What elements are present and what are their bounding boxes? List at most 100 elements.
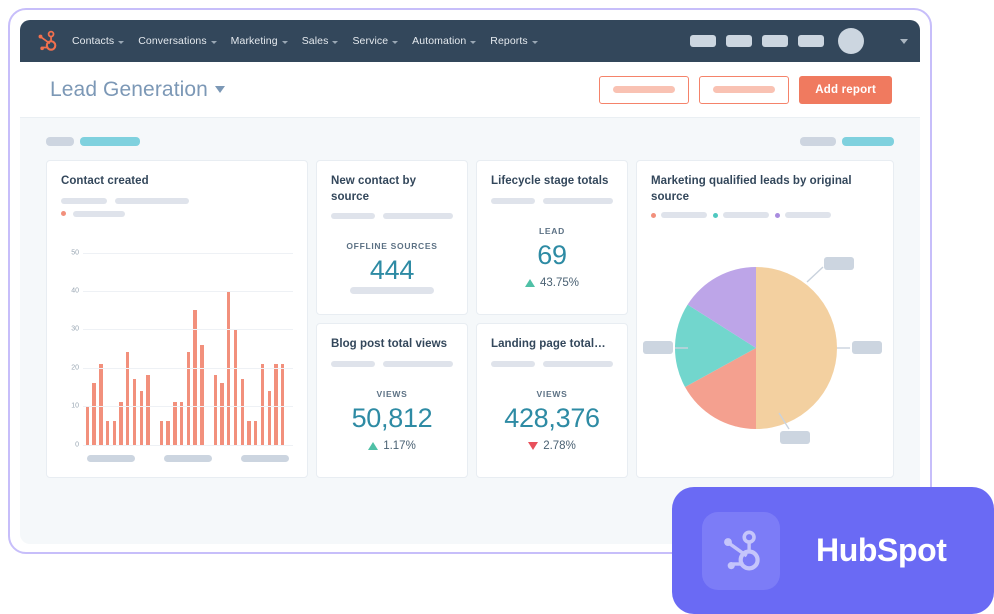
bar-slot [131, 253, 138, 445]
nav-utility-placeholder[interactable] [690, 35, 716, 47]
placeholder-bar [382, 360, 453, 367]
tab-active-placeholder[interactable] [842, 136, 894, 146]
bar-slot [185, 253, 192, 445]
hubspot-sprocket-icon[interactable] [34, 28, 60, 54]
bar[interactable] [139, 390, 143, 445]
pie-label-placeholder [643, 341, 673, 354]
legend-entry [775, 212, 831, 219]
card-title: Blog post total views [331, 338, 448, 350]
bar[interactable] [146, 375, 150, 445]
bar[interactable] [105, 421, 110, 445]
add-report-button[interactable]: Add report [799, 75, 892, 104]
nav-utility-group [690, 28, 908, 54]
bar[interactable] [159, 421, 164, 445]
bar[interactable] [99, 363, 103, 445]
bar-slot [259, 253, 266, 445]
secondary-button-1[interactable] [599, 75, 690, 104]
chevron-down-icon [118, 40, 125, 44]
pie-slice[interactable] [756, 267, 837, 429]
bar[interactable] [240, 379, 244, 445]
bar-slot [84, 253, 91, 445]
secondary-button-2[interactable] [699, 75, 790, 104]
nav-item-label: Automation [412, 35, 467, 47]
bar[interactable] [112, 421, 116, 445]
bar[interactable] [126, 352, 130, 445]
bar[interactable] [186, 352, 191, 445]
bar[interactable] [132, 379, 137, 445]
nav-utility-placeholder[interactable] [798, 35, 824, 47]
dashboard-cards: Contact created 0 10 20 30 40 50 New con… [36, 160, 904, 478]
kpi-delta-value: 1.17% [383, 439, 416, 452]
placeholder-bar [350, 287, 434, 294]
legend-label-placeholder [785, 212, 831, 219]
bar[interactable] [85, 406, 90, 445]
dashboard-body: Contact created 0 10 20 30 40 50 New con… [20, 118, 920, 544]
bar[interactable] [213, 375, 218, 445]
hubspot-brand-badge: HubSpot [672, 487, 994, 614]
nav-item-contacts[interactable]: Contacts [72, 35, 125, 47]
bar[interactable] [280, 363, 285, 445]
pie-label-placeholder [852, 341, 882, 354]
nav-item-label: Service [352, 35, 389, 47]
nav-utility-placeholder[interactable] [726, 35, 752, 47]
bar[interactable] [254, 421, 258, 445]
bar[interactable] [173, 402, 177, 445]
chevron-down-icon [531, 40, 538, 44]
nav-item-reports[interactable]: Reports [490, 35, 538, 47]
account-menu-button[interactable] [900, 38, 908, 44]
card-contact-created: Contact created 0 10 20 30 40 50 [46, 160, 308, 478]
bar[interactable] [179, 402, 184, 445]
bar[interactable] [274, 363, 278, 445]
legend-label-placeholder [661, 212, 707, 219]
tab-placeholder[interactable] [800, 136, 836, 146]
nav-utility-placeholder[interactable] [762, 35, 788, 47]
nav-item-marketing[interactable]: Marketing [231, 35, 288, 47]
pie-label-placeholder [780, 431, 810, 444]
avatar[interactable] [838, 28, 864, 54]
chevron-down-icon [210, 40, 217, 44]
bar[interactable] [247, 421, 251, 445]
gridline [83, 367, 293, 369]
nav-item-sales[interactable]: Sales [302, 35, 339, 47]
bar-slot [145, 253, 152, 445]
trend-down-icon [528, 441, 539, 450]
browser-window-frame: Contacts Conversations Marketing Sales S… [8, 8, 932, 554]
y-axis-tick-label: 10 [71, 402, 79, 410]
bar[interactable] [260, 363, 265, 445]
gridline [83, 329, 293, 331]
bar[interactable] [92, 383, 96, 445]
placeholder-bar [87, 454, 135, 462]
bar-slot [266, 253, 273, 445]
tab-active-placeholder[interactable] [80, 136, 140, 146]
card-subtitle-placeholder [491, 197, 613, 204]
placeholder-bar [542, 197, 613, 204]
y-axis-tick-label: 40 [71, 287, 79, 295]
bar-slot [286, 253, 293, 445]
legend-entry [713, 212, 769, 219]
nav-item-label: Contacts [72, 35, 115, 47]
page-title[interactable]: Lead Generation [50, 78, 225, 102]
bar[interactable] [220, 383, 224, 445]
kpi-delta: 1.17% [331, 440, 453, 452]
hubspot-wordmark: HubSpot [816, 532, 947, 568]
bar[interactable] [267, 390, 271, 445]
bar-slot [172, 253, 179, 445]
header-actions: Add report [599, 75, 892, 104]
nav-item-automation[interactable]: Automation [412, 35, 477, 47]
kpi-delta-value: 43.75% [539, 276, 579, 289]
chevron-down-icon [392, 40, 399, 44]
bar-series [84, 253, 293, 445]
bar[interactable] [233, 329, 238, 445]
kpi-delta: 2.78% [491, 440, 613, 452]
nav-item-conversations[interactable]: Conversations [138, 35, 217, 47]
bar-slot [205, 253, 212, 445]
bar[interactable] [119, 402, 123, 445]
nav-menu: Contacts Conversations Marketing Sales S… [72, 35, 538, 47]
nav-item-service[interactable]: Service [352, 35, 399, 47]
tab-placeholder[interactable] [46, 136, 74, 146]
bar[interactable] [166, 421, 170, 445]
y-axis-tick-label: 50 [71, 249, 79, 257]
bar-chart: 0 10 20 30 40 50 [61, 231, 293, 462]
placeholder-bar [382, 213, 453, 220]
bar[interactable] [200, 344, 204, 445]
